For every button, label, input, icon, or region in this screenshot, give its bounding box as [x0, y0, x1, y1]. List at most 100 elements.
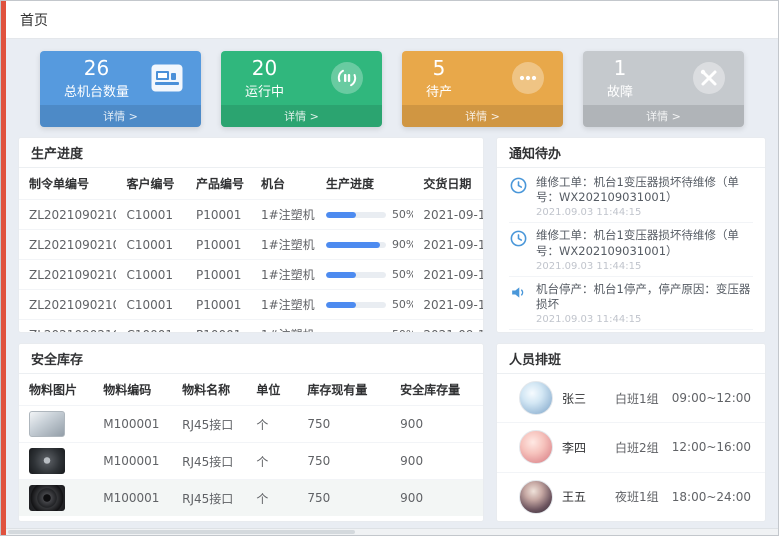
- notification-list: 维修工单：机台1变压器损坏待维修（单号：WX202109031001） 2021…: [497, 168, 765, 332]
- running-pause-icon: [330, 61, 364, 95]
- staff-name: 李四: [562, 439, 615, 456]
- production-row: ZL202109021001 C10001 P10001 1#注塑机 50%: [19, 320, 483, 333]
- product-no-cell: P10001: [186, 320, 251, 333]
- notifications-panel: 通知待办 维修工单：机台1变压器损坏待维修（单号：WX202109031001）…: [496, 137, 766, 333]
- production-row: ZL202109021001 C10001 P10001 1#注塑机 50%: [19, 200, 483, 230]
- avatar: [519, 430, 553, 464]
- staff-list: 张三 白班1组 09:00~12:00 李四 白班2组 12:00~16:00: [497, 374, 765, 521]
- col-header-safety-stock: 安全库存量: [390, 374, 483, 406]
- avatar: [519, 480, 553, 514]
- product-no-cell: P10001: [186, 290, 251, 320]
- machine-icon: [151, 64, 183, 92]
- inventory-header-row: 物料图片 物料编码 物料名称 单位 库存现有量 安全库存量: [19, 374, 483, 406]
- material-name-cell: RJ45接口: [172, 480, 246, 517]
- safety-stock-panel: 安全库存 物料图片 物料编码 物料名称 单位 库存现有量: [18, 343, 484, 522]
- stat-card-body: 20 运行中: [221, 51, 382, 105]
- staff-shift: 白班2组: [615, 439, 672, 456]
- inventory-row: M100001 RJ45接口 个 750 900: [19, 406, 483, 443]
- staff-shift: 夜班1组: [615, 488, 672, 505]
- page-title[interactable]: 首页: [20, 10, 48, 30]
- notification-time: 2021.09.03 11:44:15: [536, 314, 753, 325]
- machine-cell: 1#注塑机: [251, 320, 316, 333]
- order-no-cell: ZL202109021001: [19, 260, 116, 290]
- notification-item[interactable]: 维修工单：机台1变压器损坏待维修（单号：WX202109031001） 2021…: [509, 170, 753, 223]
- progress-bar: [326, 302, 386, 308]
- standby-detail-link[interactable]: 详情 >: [402, 105, 563, 127]
- running-detail-link[interactable]: 详情 >: [221, 105, 382, 127]
- material-name-cell: RJ45接口: [172, 406, 246, 443]
- notification-text: 机台停产：机台1停产，停产原因：变压器损坏: [536, 282, 753, 312]
- customer-no-cell: C10001: [116, 290, 186, 320]
- progress-label: 90%: [392, 238, 413, 251]
- material-image-cell: [19, 480, 93, 517]
- material-image-cell: [19, 406, 93, 443]
- stock-on-hand-cell: 750: [297, 443, 390, 480]
- progress-cell: 50%: [316, 200, 413, 230]
- delivery-date-cell: 2021-09-10: [413, 260, 483, 290]
- staff-schedule-panel-title: 人员排班: [509, 349, 561, 368]
- production-row: ZL202109021001 C10001 P10001 1#注塑机 90%: [19, 230, 483, 260]
- total-machines-detail-link[interactable]: 详情 >: [40, 105, 201, 127]
- notification-time: 2021.09.03 11:44:15: [536, 261, 753, 272]
- stat-card-standby[interactable]: 5 待产 详情 >: [402, 51, 563, 127]
- inventory-row: M100001 RJ45接口 个 750 900: [19, 480, 483, 517]
- order-no-cell: ZL202109021001: [19, 200, 116, 230]
- material-code-cell: M100001: [93, 480, 172, 517]
- page-header: 首页: [6, 1, 778, 39]
- speaker-image: [29, 485, 65, 511]
- progress-bar: [326, 242, 386, 248]
- col-header-material-name: 物料名称: [172, 374, 246, 406]
- notification-item[interactable]: 维修工单：机台1变压器损坏待维修（单号：WX202109031001） 2021…: [509, 223, 753, 276]
- running-value: 20: [252, 57, 277, 80]
- horizontal-scrollbar[interactable]: [6, 528, 778, 535]
- inventory-row: M100001 RJ45接口 个 750 900: [19, 443, 483, 480]
- staff-schedule-panel-header: 人员排班: [497, 344, 765, 374]
- progress-cell: 90%: [316, 230, 413, 260]
- machine-cell: 1#注塑机: [251, 200, 316, 230]
- fault-detail-link[interactable]: 详情 >: [583, 105, 744, 127]
- horizontal-scrollbar-thumb[interactable]: [8, 530, 355, 534]
- production-progress-panel: 生产进度 制令单编号 客户编号 产品编号 机台 生产进度: [18, 137, 484, 333]
- stat-card-text: 5 待产: [426, 57, 452, 100]
- notification-item[interactable]: 机台停产：机台1停产，停产原因：变压器损坏 2021.09.03 11:44:1…: [509, 277, 753, 330]
- stat-card-text: 20 运行中: [245, 57, 284, 100]
- clock-icon: [509, 176, 528, 199]
- middle-row: 生产进度 制令单编号 客户编号 产品编号 机台 生产进度: [18, 137, 766, 333]
- production-row: ZL202109021001 C10001 P10001 1#注塑机 50%: [19, 260, 483, 290]
- notification-time: 2021.09.03 11:44:15: [536, 207, 753, 218]
- staff-row: 张三 白班1组 09:00~12:00: [497, 374, 765, 423]
- progress-bar: [326, 332, 386, 333]
- notification-item[interactable]: 计划暂停：机台1生产计划已暂停 2021.09.03 11:44:15: [509, 330, 753, 332]
- col-header-delivery-date: 交货日期: [413, 168, 483, 200]
- col-header-machine: 机台: [251, 168, 316, 200]
- col-header-order-no: 制令单编号: [19, 168, 116, 200]
- progress-label: 50%: [392, 298, 413, 311]
- progress-label: 50%: [392, 208, 413, 221]
- standby-label: 待产: [426, 81, 452, 100]
- delivery-date-cell: 2021-09-10: [413, 230, 483, 260]
- stat-card-text: 1 故障: [607, 57, 633, 100]
- staff-row: 李四 白班2组 12:00~16:00: [497, 423, 765, 472]
- product-no-cell: P10001: [186, 200, 251, 230]
- stat-card-fault[interactable]: 1 故障 详情 >: [583, 51, 744, 127]
- running-label: 运行中: [245, 81, 284, 100]
- avatar: [519, 381, 553, 415]
- stat-card-total-machines[interactable]: 26 总机台数量 详情: [40, 51, 201, 127]
- customer-no-cell: C10001: [116, 320, 186, 333]
- inventory-table-wrap: 物料图片 物料编码 物料名称 单位 库存现有量 安全库存量: [19, 374, 483, 521]
- content-area: 26 总机台数量 详情: [6, 39, 778, 528]
- standby-value: 5: [433, 57, 446, 80]
- progress-bar: [326, 272, 386, 278]
- col-header-unit: 单位: [246, 374, 297, 406]
- progress-bar: [326, 212, 386, 218]
- customer-no-cell: C10001: [116, 260, 186, 290]
- delivery-date-cell: 2021-09-10: [413, 200, 483, 230]
- stock-on-hand-cell: 750: [297, 406, 390, 443]
- delivery-date-cell: 2021-09-10: [413, 320, 483, 333]
- stat-card-body: 1 故障: [583, 51, 744, 105]
- safety-stock-cell: 900: [390, 480, 483, 517]
- staff-time: 09:00~12:00: [672, 391, 751, 405]
- stat-card-text: 26 总机台数量: [64, 57, 129, 100]
- notifications-panel-header: 通知待办: [497, 138, 765, 168]
- stat-card-running[interactable]: 20 运行中 详情 >: [221, 51, 382, 127]
